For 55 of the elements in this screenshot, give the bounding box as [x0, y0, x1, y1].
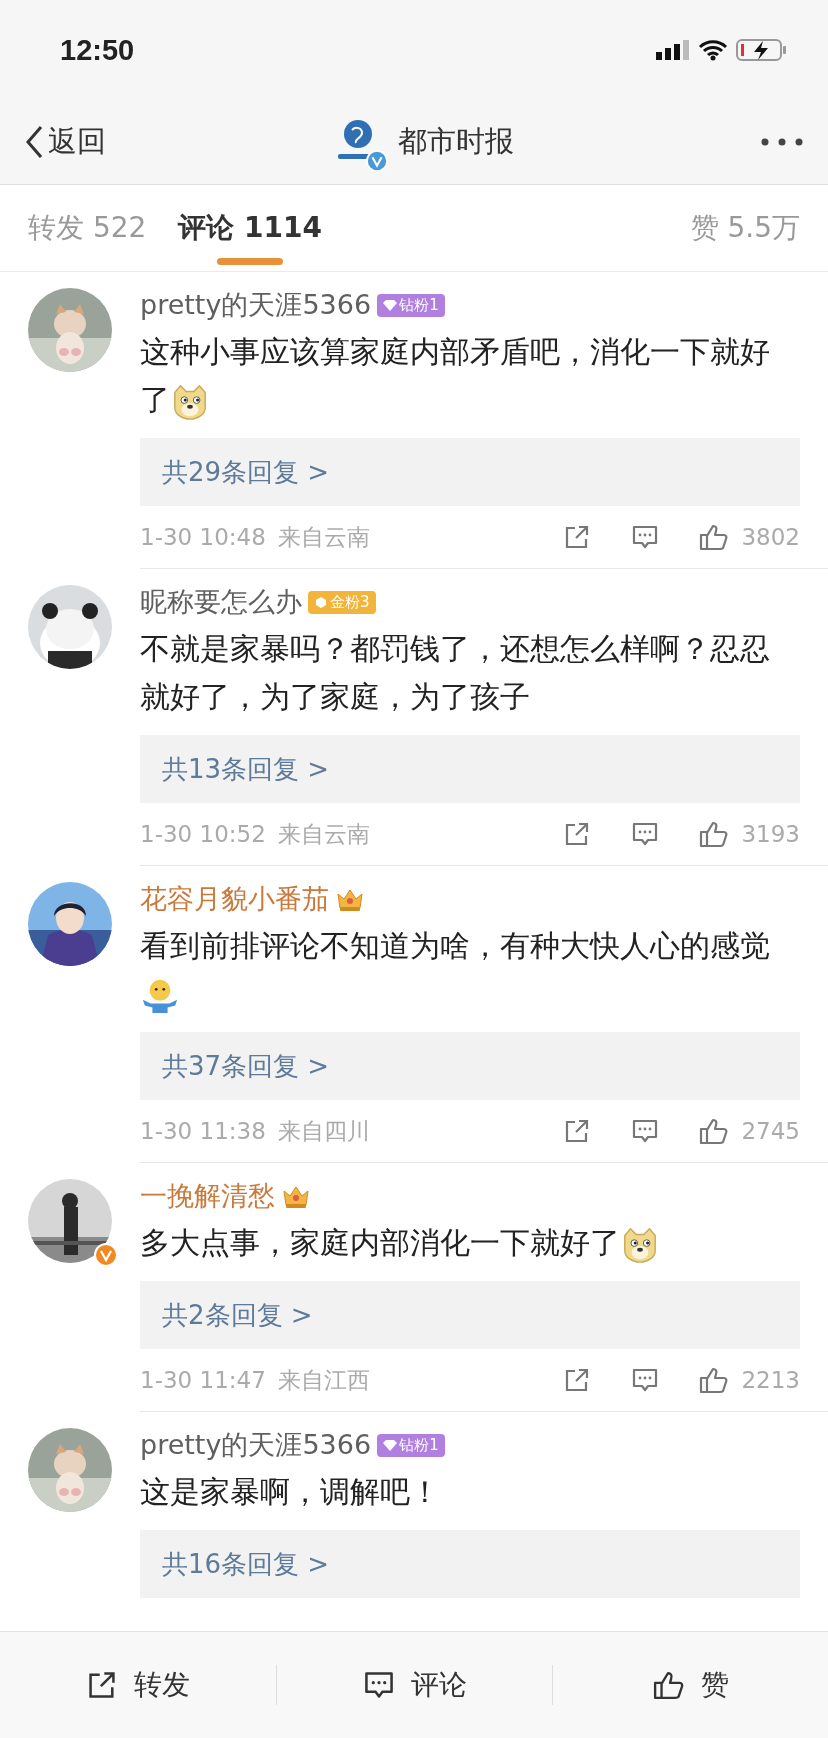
- thumbs-up-icon[interactable]: [699, 1366, 730, 1394]
- comment-text: 这种小事应该算家庭内部矛盾吧，消化一下就好了: [140, 334, 770, 417]
- comment-location: 来自四川: [277, 1116, 370, 1146]
- battery-charging-icon: [736, 38, 788, 62]
- tab[interactable]: 评论 1114: [178, 185, 323, 271]
- comment-time: 1-30 10:48: [140, 524, 266, 550]
- back-button[interactable]: 返回: [24, 122, 106, 162]
- status-time: 12:50: [60, 33, 135, 67]
- comment-icon[interactable]: [631, 820, 660, 848]
- replies-link[interactable]: 共2条回复 >: [140, 1281, 800, 1349]
- more-icon[interactable]: [760, 137, 804, 147]
- username[interactable]: 花容月貌小番茄: [140, 881, 329, 917]
- replies-link[interactable]: 共37条回复 >: [140, 1032, 800, 1100]
- like-count[interactable]: 赞 5.5万: [690, 209, 800, 247]
- comment-text: 这是家暴啊，调解吧！: [140, 1474, 440, 1509]
- username[interactable]: 昵称要怎么办: [140, 584, 302, 620]
- username[interactable]: pretty的天涯5366: [140, 1427, 372, 1463]
- comment-icon[interactable]: [631, 523, 660, 551]
- thumbs-up-icon[interactable]: [699, 820, 730, 848]
- comment-location: 来自云南: [277, 819, 370, 849]
- like-count: 3193: [741, 821, 800, 847]
- thumbs-up-icon[interactable]: [699, 523, 730, 551]
- tab[interactable]: 转发 522: [28, 185, 147, 271]
- fan-badge: 钻粉1: [377, 293, 445, 317]
- comment-text: 不就是家暴吗？都罚钱了，还想怎么样啊？忍忍就好了，为了家庭，为了孩子: [140, 631, 770, 714]
- username[interactable]: 一挽解清愁: [140, 1178, 275, 1214]
- comment-icon: [362, 1669, 395, 1701]
- comment-icon[interactable]: [631, 1366, 660, 1394]
- share-icon: [86, 1669, 118, 1701]
- replies-link[interactable]: 共13条回复 >: [140, 735, 800, 803]
- thumbs-up-icon: [652, 1669, 685, 1701]
- comment-time: 1-30 10:52: [140, 821, 266, 847]
- page-title: 都市时报: [398, 123, 514, 160]
- wifi-icon: [698, 39, 728, 61]
- action-button[interactable]: 评论: [276, 1665, 552, 1705]
- back-icon[interactable]: [24, 124, 44, 160]
- fan-badge: 金粉3: [308, 590, 376, 614]
- comment-icon[interactable]: [631, 1117, 660, 1145]
- like-count: 3802: [741, 524, 800, 550]
- action-button[interactable]: 赞: [552, 1665, 828, 1705]
- fan-badge: 钻粉1: [377, 1433, 445, 1457]
- signal-icon: [656, 40, 690, 60]
- comment-text: 多大点事，家庭内部消化一下就好了: [140, 1225, 660, 1260]
- comment-time: 1-30 11:38: [140, 1118, 266, 1144]
- comment-time: 1-30 11:47: [140, 1367, 266, 1393]
- comment-location: 来自江西: [277, 1365, 370, 1395]
- like-count: 2745: [741, 1118, 800, 1144]
- replies-link[interactable]: 共16条回复 >: [140, 1530, 800, 1598]
- comment-text: 看到前排评论不知道为啥，有种大快人心的感觉: [140, 928, 770, 1011]
- username[interactable]: pretty的天涯5366: [140, 287, 372, 323]
- replies-link[interactable]: 共29条回复 >: [140, 438, 800, 506]
- thumbs-up-icon[interactable]: [699, 1117, 730, 1145]
- like-count: 2213: [741, 1367, 800, 1393]
- comment-location: 来自云南: [277, 522, 370, 552]
- action-button[interactable]: 转发: [0, 1665, 276, 1705]
